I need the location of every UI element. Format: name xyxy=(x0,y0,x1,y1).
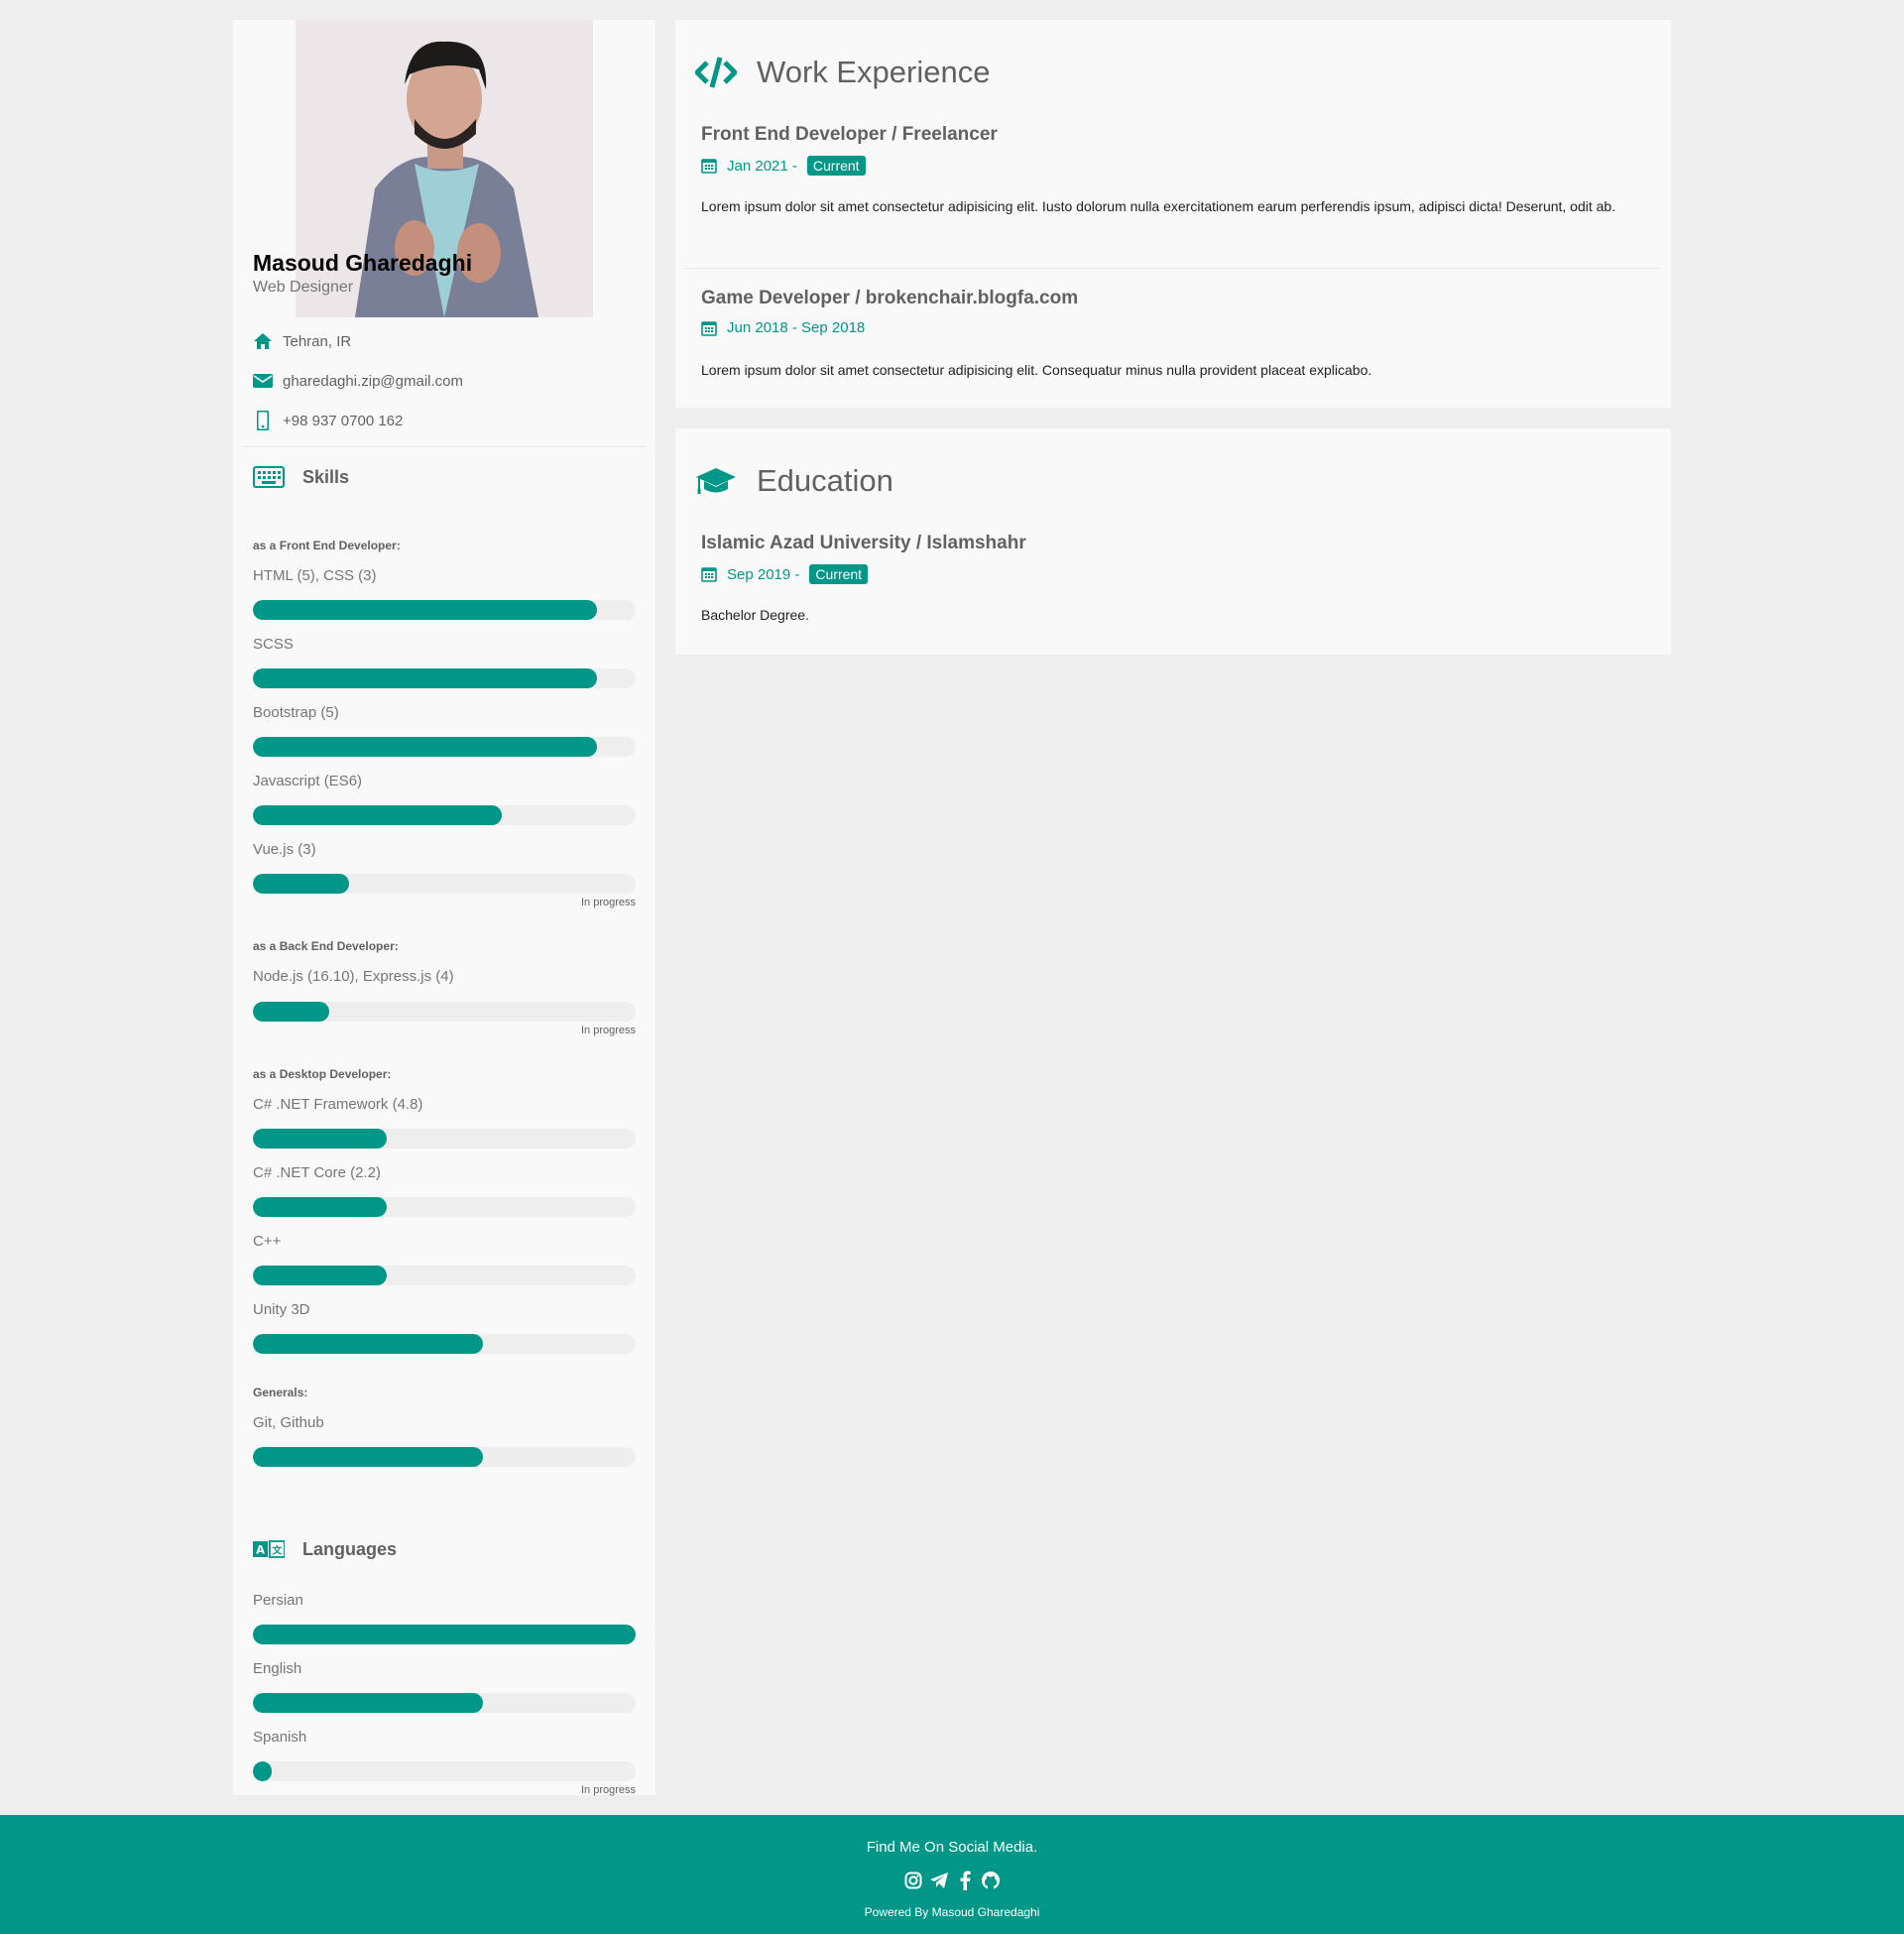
contact-email[interactable]: gharedaghi.zip@gmail.com xyxy=(253,371,463,391)
sidebar-divider xyxy=(243,446,646,447)
profile-role: Web Designer xyxy=(253,279,354,296)
skill-bar xyxy=(253,668,636,688)
language-bar xyxy=(253,1625,636,1644)
in-progress-note: In progress xyxy=(580,897,636,908)
work-experience-heading: Work Experience xyxy=(695,55,990,90)
language-icon: A文 xyxy=(253,1537,285,1561)
skill-bar-fill xyxy=(253,1447,483,1467)
skill-bar xyxy=(253,1002,636,1022)
code-icon xyxy=(695,55,737,90)
skills-heading: Skills xyxy=(253,465,349,489)
skill-bar-fill xyxy=(253,1197,388,1217)
skill-bar xyxy=(253,1197,636,1217)
footer: Find Me On Social Media. Powered By Maso… xyxy=(0,1815,1904,1934)
phone-text[interactable]: +98 937 0700 162 xyxy=(283,413,403,429)
job-date: Jun 2018 - Sep 2018 xyxy=(701,319,865,336)
skill-bar-fill xyxy=(253,1334,483,1354)
in-progress-note: In progress xyxy=(580,1025,636,1036)
education-title: Islamic Azad University / Islamshahr xyxy=(701,533,1026,553)
profile-name: Masoud Gharedaghi xyxy=(253,250,473,276)
contact-phone[interactable]: +98 937 0700 162 xyxy=(253,411,403,430)
language-bar xyxy=(253,1693,636,1713)
work-experience-card: Work Experience Front End Developer / Fr… xyxy=(675,20,1671,408)
language-bar xyxy=(253,1761,636,1781)
job-title: Front End Developer / Freelancer xyxy=(701,124,998,145)
skill-bar-fill xyxy=(253,1129,388,1148)
skill-bar-fill xyxy=(253,1266,388,1285)
current-badge: Current xyxy=(806,156,866,176)
calendar-icon xyxy=(701,158,717,174)
current-badge: Current xyxy=(809,564,869,584)
education-heading: Education xyxy=(695,463,893,499)
language-label: Spanish xyxy=(253,1729,307,1746)
home-icon xyxy=(253,331,273,351)
facebook-icon[interactable] xyxy=(955,1871,975,1890)
powered-by: Powered By Masoud Gharedaghi xyxy=(864,1905,1040,1919)
job-description: Lorem ipsum dolor sit amet consectetur a… xyxy=(701,362,1372,378)
instagram-icon[interactable] xyxy=(903,1871,923,1890)
svg-text:文: 文 xyxy=(273,1543,283,1556)
education-date: Sep 2019 - Current xyxy=(701,564,869,584)
skill-label: Javascript (ES6) xyxy=(253,773,363,789)
skill-bar-fill xyxy=(253,737,598,757)
skill-group-label: as a Front End Developer: xyxy=(253,539,401,552)
skill-bar xyxy=(253,600,636,620)
language-bar-fill xyxy=(253,1625,636,1644)
svg-text:A: A xyxy=(256,1542,265,1556)
skill-bar-fill xyxy=(253,600,598,620)
skill-bar-fill xyxy=(253,1002,330,1022)
education-description: Bachelor Degree. xyxy=(701,607,809,623)
job-date: Jan 2021 - Current xyxy=(701,156,866,176)
skill-group-label: as a Back End Developer: xyxy=(253,939,399,953)
skill-label: HTML (5), CSS (3) xyxy=(253,567,377,584)
skill-bar-fill xyxy=(253,874,349,894)
job-divider xyxy=(685,268,1661,269)
skill-label: Vue.js (3) xyxy=(253,841,316,858)
skill-group-label: as a Desktop Developer: xyxy=(253,1067,392,1081)
language-bar-fill xyxy=(253,1693,483,1713)
email-text[interactable]: gharedaghi.zip@gmail.com xyxy=(283,373,463,390)
skill-group-label: Generals: xyxy=(253,1386,308,1399)
education-card: Education Islamic Azad University / Isla… xyxy=(675,428,1671,655)
calendar-icon xyxy=(701,320,717,336)
skill-label: C# .NET Core (2.2) xyxy=(253,1164,381,1181)
calendar-icon xyxy=(701,566,717,582)
job-description: Lorem ipsum dolor sit amet consectetur a… xyxy=(701,198,1616,214)
skill-bar xyxy=(253,1129,636,1148)
skill-bar xyxy=(253,1334,636,1354)
graduation-cap-icon xyxy=(695,463,737,499)
languages-heading: A文 Languages xyxy=(253,1537,397,1561)
language-bar-fill xyxy=(253,1761,273,1781)
skill-bar xyxy=(253,737,636,757)
skill-bar-fill xyxy=(253,805,502,825)
skill-label: C++ xyxy=(253,1233,282,1250)
skill-bar xyxy=(253,1447,636,1467)
skill-label: Node.js (16.10), Express.js (4) xyxy=(253,968,454,985)
in-progress-note: In progress xyxy=(580,1784,636,1796)
social-icons xyxy=(0,1871,1904,1890)
skill-bar xyxy=(253,805,636,825)
skill-label: Unity 3D xyxy=(253,1301,310,1318)
github-icon[interactable] xyxy=(981,1871,1001,1890)
skill-label: Git, Github xyxy=(253,1414,324,1431)
skill-label: C# .NET Framework (4.8) xyxy=(253,1096,423,1113)
keyboard-icon xyxy=(253,465,285,489)
language-label: Persian xyxy=(253,1592,303,1609)
skill-bar xyxy=(253,874,636,894)
telegram-icon[interactable] xyxy=(929,1871,949,1890)
skill-bar-fill xyxy=(253,668,598,688)
footer-title: Find Me On Social Media. xyxy=(866,1839,1038,1856)
language-label: English xyxy=(253,1660,302,1677)
skill-bar xyxy=(253,1266,636,1285)
mobile-icon xyxy=(253,411,273,430)
profile-sidebar: Masoud Gharedaghi Web Designer Tehran, I… xyxy=(233,20,655,1796)
skill-label: Bootstrap (5) xyxy=(253,704,339,721)
location-text: Tehran, IR xyxy=(283,332,352,350)
contact-location: Tehran, IR xyxy=(253,331,351,351)
envelope-icon xyxy=(253,371,273,391)
job-title: Game Developer / brokenchair.blogfa.com xyxy=(701,288,1079,308)
skill-label: SCSS xyxy=(253,636,294,653)
